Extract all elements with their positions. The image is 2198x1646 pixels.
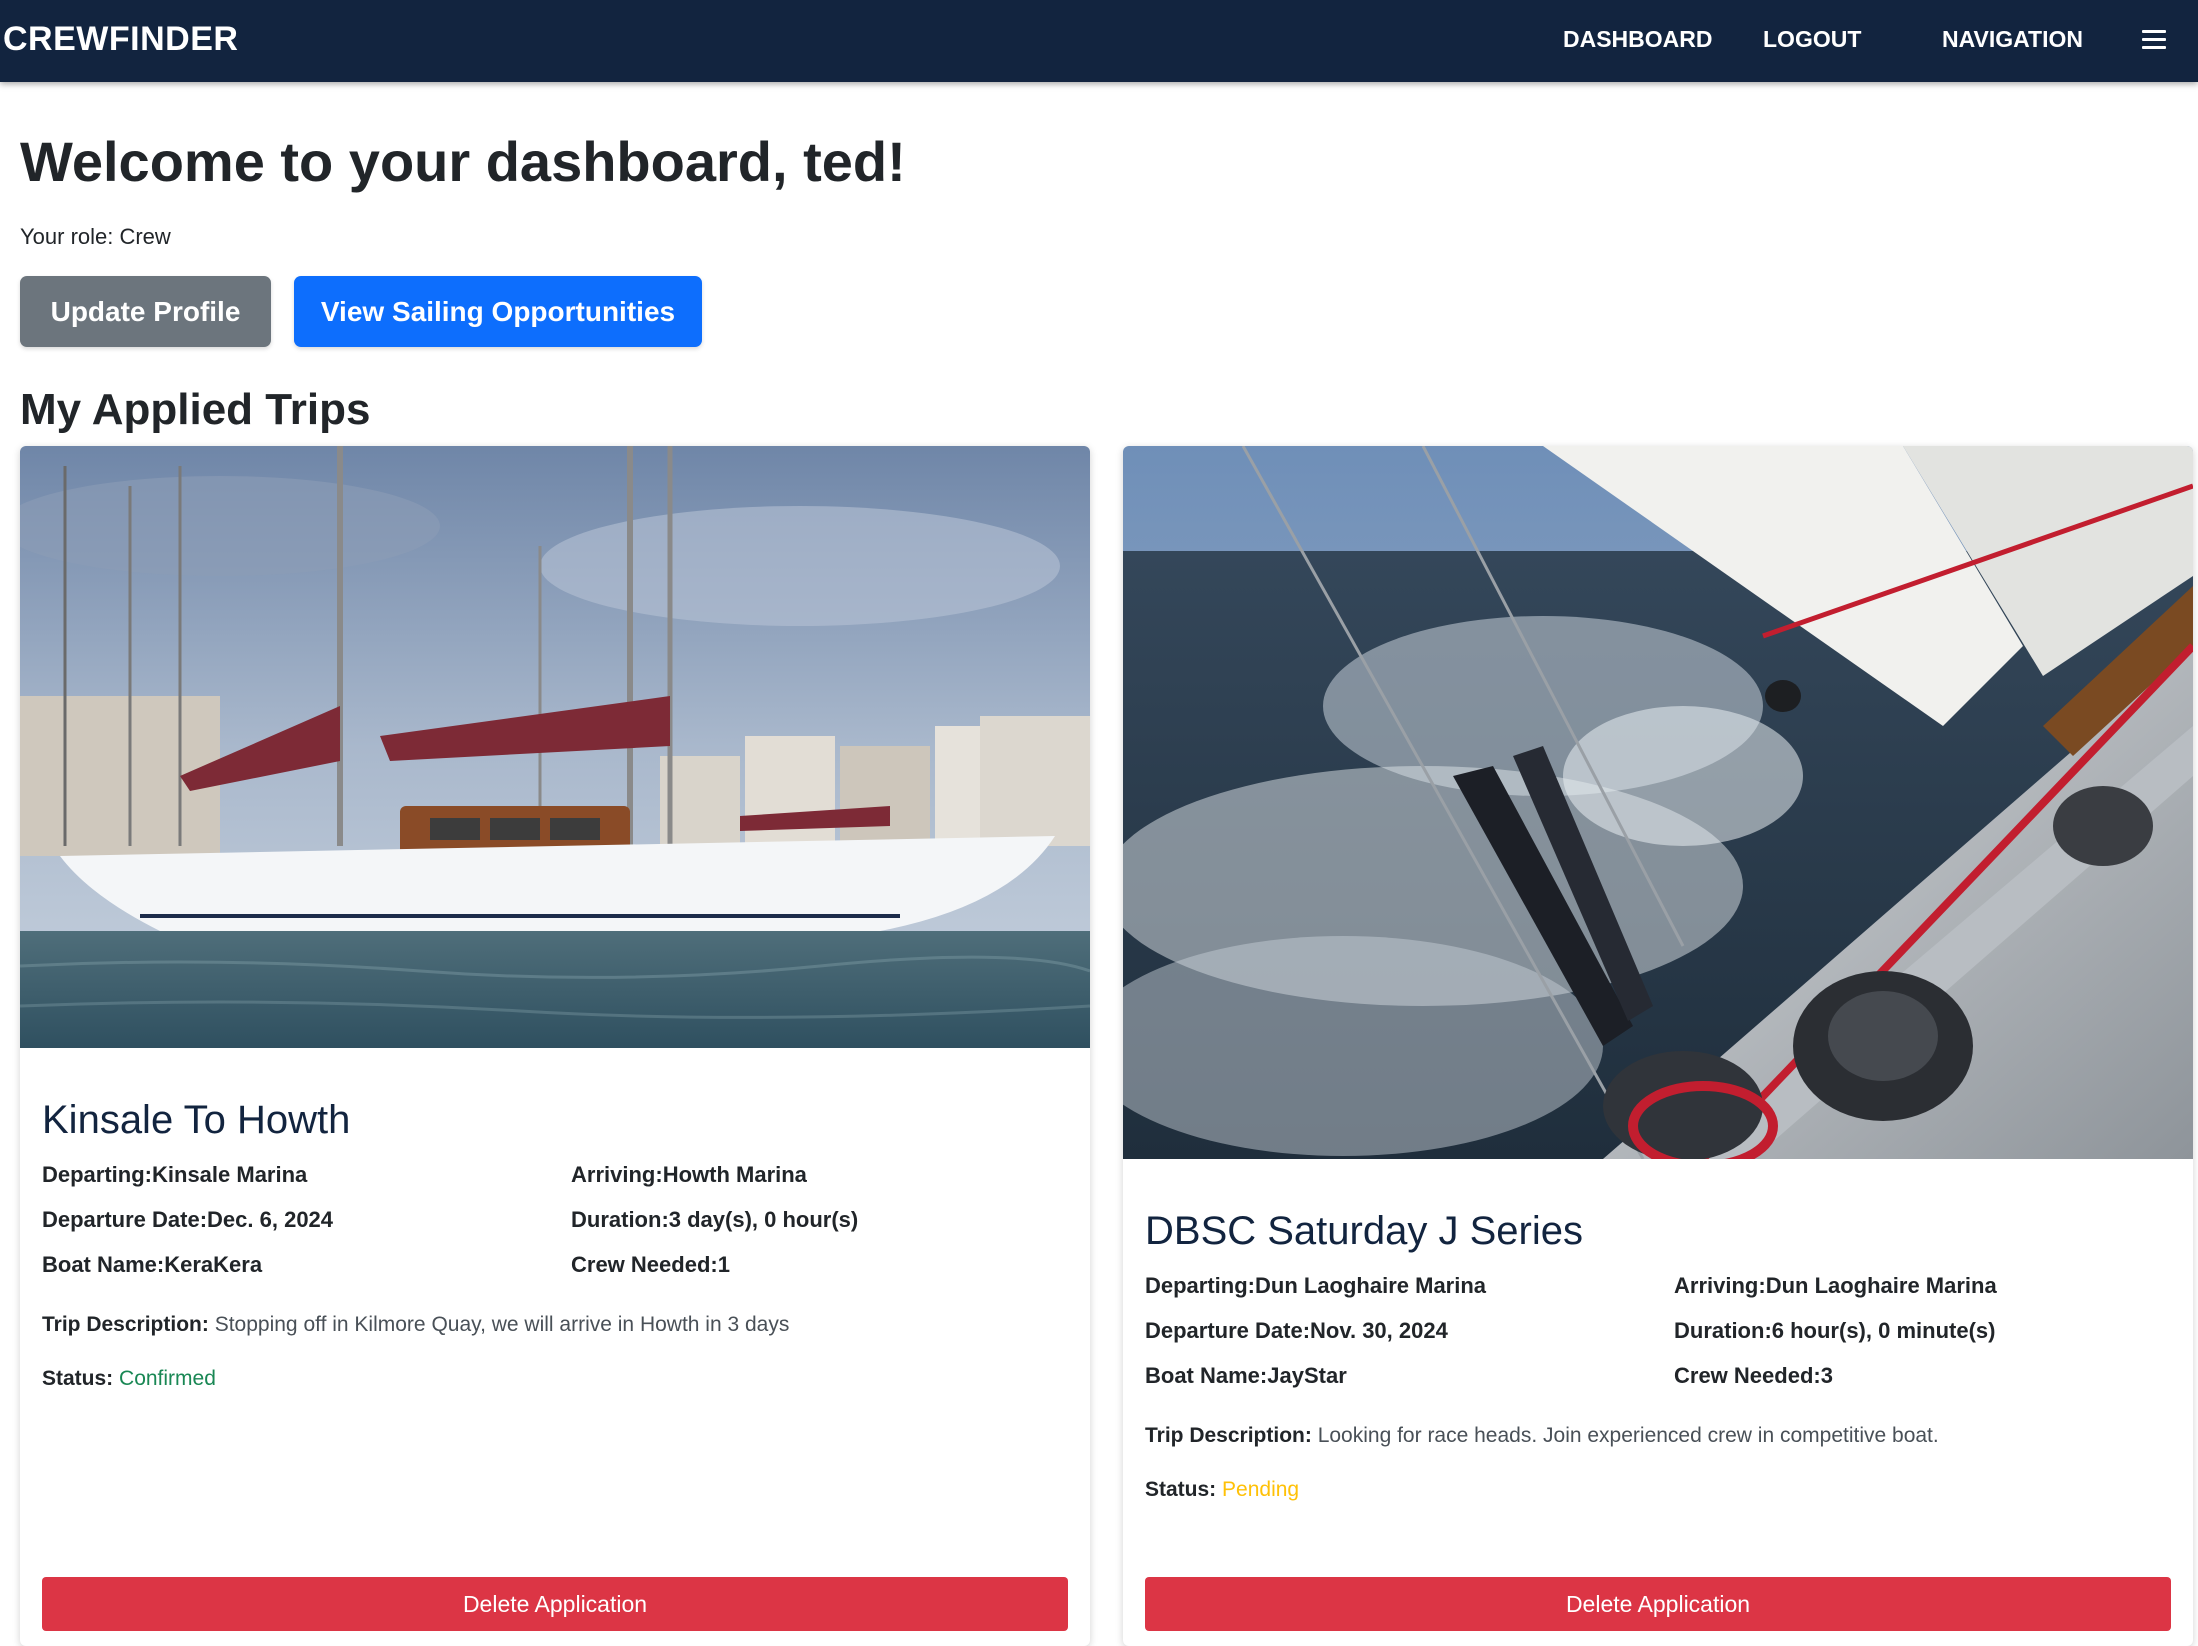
page-title: Welcome to your dashboard, ted! bbox=[20, 130, 906, 193]
departing-detail: Departing:Kinsale Marina bbox=[42, 1162, 308, 1187]
applied-trips-heading: My Applied Trips bbox=[20, 385, 371, 434]
departure-date-detail: Departure Date:Dec. 6, 2024 bbox=[42, 1207, 334, 1232]
trip-details: Departing:Dun Laoghaire Marina Arriving:… bbox=[1145, 1273, 2171, 1408]
status-badge: Pending bbox=[1222, 1478, 1300, 1501]
trip-card: DBSC Saturday J Series Departing:Dun Lao… bbox=[1123, 446, 2193, 1646]
nav-logout-link[interactable]: LOGOUT bbox=[1763, 26, 1861, 53]
trip-image bbox=[1123, 446, 2193, 1159]
arriving-detail: Arriving:Howth Marina bbox=[571, 1162, 807, 1187]
crew-needed-detail: Crew Needed:3 bbox=[1674, 1363, 1833, 1388]
update-profile-button[interactable]: Update Profile bbox=[20, 276, 271, 347]
arriving-detail: Arriving:Dun Laoghaire Marina bbox=[1674, 1273, 1997, 1298]
nav-dashboard-link[interactable]: DASHBOARD bbox=[1563, 26, 1713, 53]
trip-title: DBSC Saturday J Series bbox=[1145, 1209, 1583, 1253]
brand-logo[interactable]: CREWFINDER bbox=[3, 20, 238, 59]
boat-name-detail: Boat Name:KeraKera bbox=[42, 1252, 263, 1277]
departure-date-detail: Departure Date:Nov. 30, 2024 bbox=[1145, 1318, 1448, 1343]
hamburger-icon[interactable] bbox=[2142, 30, 2166, 50]
delete-application-button[interactable]: Delete Application bbox=[42, 1577, 1068, 1631]
delete-application-button[interactable]: Delete Application bbox=[1145, 1577, 2171, 1631]
trip-description: Trip Description: Looking for race heads… bbox=[1145, 1424, 1939, 1447]
trip-card-body: DBSC Saturday J Series Departing:Dun Lao… bbox=[1145, 1207, 2171, 1502]
trip-status: Status: Confirmed bbox=[42, 1367, 216, 1390]
nav-navigation-link[interactable]: NAVIGATION bbox=[1942, 26, 2083, 53]
user-role-text: Your role: Crew bbox=[20, 224, 171, 249]
crew-needed-detail: Crew Needed:1 bbox=[571, 1252, 730, 1277]
trip-card: Kinsale To Howth Departing:Kinsale Marin… bbox=[20, 446, 1090, 1646]
view-sailing-opportunities-button[interactable]: View Sailing Opportunities bbox=[294, 276, 702, 347]
duration-detail: Duration:6 hour(s), 0 minute(s) bbox=[1674, 1318, 1996, 1343]
status-badge: Confirmed bbox=[119, 1367, 216, 1390]
trip-status: Status: Pending bbox=[1145, 1478, 1300, 1501]
duration-detail: Duration:3 day(s), 0 hour(s) bbox=[571, 1207, 859, 1232]
boat-name-detail: Boat Name:JayStar bbox=[1145, 1363, 1347, 1388]
trip-details: Departing:Kinsale Marina Arriving:Howth … bbox=[42, 1162, 1068, 1297]
departing-detail: Departing:Dun Laoghaire Marina bbox=[1145, 1273, 1487, 1298]
trip-description: Trip Description: Stopping off in Kilmor… bbox=[42, 1313, 790, 1336]
trip-title: Kinsale To Howth bbox=[42, 1098, 351, 1142]
trip-image bbox=[20, 446, 1090, 1048]
top-navbar: CREWFINDER DASHBOARD LOGOUT NAVIGATION bbox=[0, 0, 2198, 82]
trip-card-body: Kinsale To Howth Departing:Kinsale Marin… bbox=[42, 1096, 1068, 1391]
